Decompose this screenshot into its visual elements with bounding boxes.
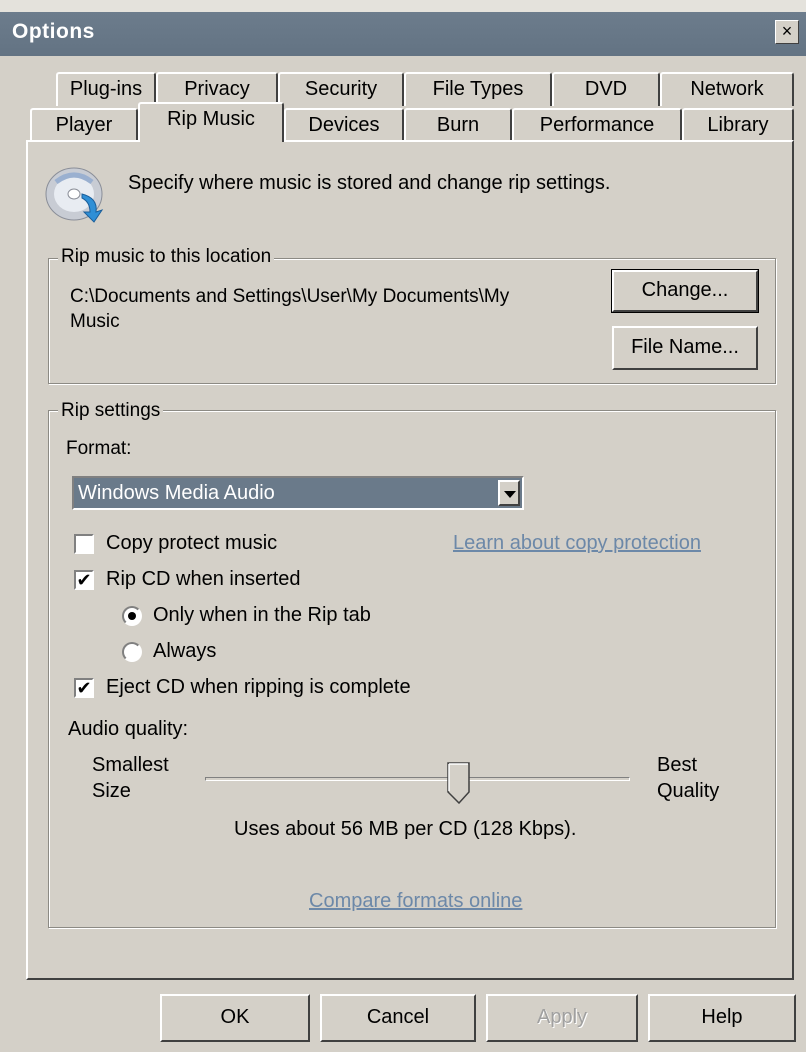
tab-label: Burn [436, 114, 480, 136]
checkmark-icon: ✔ [76, 678, 92, 698]
checkmark-icon: ✔ [76, 570, 92, 590]
change-button-label: Change... [641, 279, 729, 301]
ok-button-label: OK [220, 1006, 250, 1028]
tab-label: Rip Music [167, 108, 255, 130]
copy-protect-checkbox[interactable] [74, 534, 94, 554]
close-button[interactable]: × [775, 20, 799, 44]
format-value: Windows Media Audio [78, 482, 275, 504]
tab-label: Privacy [184, 78, 250, 100]
tab-label: DVD [584, 78, 628, 100]
radio-only-rip-tab[interactable] [122, 606, 142, 626]
rip-on-insert-label[interactable]: Rip CD when inserted [106, 568, 301, 591]
apply-button[interactable]: Apply [486, 994, 638, 1042]
audio-quality-slider-track[interactable] [205, 777, 630, 781]
title-bar[interactable]: Options × [0, 0, 806, 56]
smallest-size-label-line1: Smallest [92, 754, 169, 776]
window-title: Options [12, 20, 95, 43]
tab-label: Performance [539, 114, 655, 136]
rip-path-line2: Music [70, 311, 120, 332]
cd-rip-icon [45, 167, 104, 223]
format-dropdown[interactable]: Windows Media Audio [72, 476, 524, 510]
rip-settings-label: Rip settings [58, 400, 164, 422]
tab-label: Plug-ins [69, 78, 143, 100]
tab-devices[interactable]: Devices [284, 108, 404, 142]
chevron-down-icon[interactable] [498, 480, 520, 506]
file-name-button[interactable]: File Name... [612, 326, 758, 370]
tab-rip-music[interactable]: Rip Music [138, 102, 284, 142]
tab-network[interactable]: Network [660, 72, 794, 106]
copy-protect-label[interactable]: Copy protect music [106, 532, 277, 555]
format-label: Format: [66, 438, 132, 459]
usage-text: Uses about 56 MB per CD (128 Kbps). [234, 818, 577, 840]
tab-dvd[interactable]: DVD [552, 72, 660, 106]
rip-on-insert-checkbox[interactable]: ✔ [74, 570, 94, 590]
eject-label[interactable]: Eject CD when ripping is complete [106, 676, 411, 699]
tab-label: Devices [308, 114, 380, 136]
header-description: Specify where music is stored and change… [128, 172, 611, 194]
tab-player[interactable]: Player [30, 108, 138, 142]
radio-always-label[interactable]: Always [153, 640, 216, 663]
tab-label: Security [304, 78, 378, 100]
tab-security[interactable]: Security [278, 72, 404, 106]
change-location-button[interactable]: Change... [611, 269, 759, 313]
audio-quality-slider-thumb[interactable] [447, 762, 471, 804]
eject-checkbox[interactable]: ✔ [74, 678, 94, 698]
tab-performance[interactable]: Performance [512, 108, 682, 142]
learn-copy-protection-link[interactable]: Learn about copy protection [453, 532, 701, 555]
radio-always[interactable] [122, 642, 142, 662]
tab-privacy[interactable]: Privacy [156, 72, 278, 106]
apply-button-label: Apply [536, 1006, 588, 1028]
smallest-size-label-line2: Size [92, 780, 131, 802]
audio-quality-label: Audio quality: [68, 718, 189, 740]
tab-label: Library [707, 114, 769, 136]
ok-button[interactable]: OK [160, 994, 310, 1042]
best-quality-label-line1: Best [657, 754, 698, 776]
close-icon: × [781, 21, 793, 41]
tab-file-types[interactable]: File Types [404, 72, 552, 106]
cancel-button[interactable]: Cancel [320, 994, 476, 1042]
location-group-label: Rip music to this location [58, 246, 275, 268]
help-button-label: Help [701, 1006, 743, 1028]
best-quality-label-line2: Quality [657, 780, 720, 802]
help-button[interactable]: Help [648, 994, 796, 1042]
tab-label: Player [55, 114, 113, 136]
cancel-button-label: Cancel [366, 1006, 430, 1028]
tab-label: File Types [432, 78, 524, 100]
compare-formats-link[interactable]: Compare formats online [309, 890, 522, 913]
tab-library[interactable]: Library [682, 108, 794, 142]
tab-plug-ins[interactable]: Plug-ins [56, 72, 156, 106]
file-name-button-label: File Name... [631, 336, 739, 358]
tab-burn[interactable]: Burn [404, 108, 512, 142]
rip-path-line1: C:\Documents and Settings\User\My Docume… [70, 286, 510, 307]
radio-only-rip-tab-label[interactable]: Only when in the Rip tab [153, 604, 371, 627]
tab-label: Network [690, 78, 764, 100]
